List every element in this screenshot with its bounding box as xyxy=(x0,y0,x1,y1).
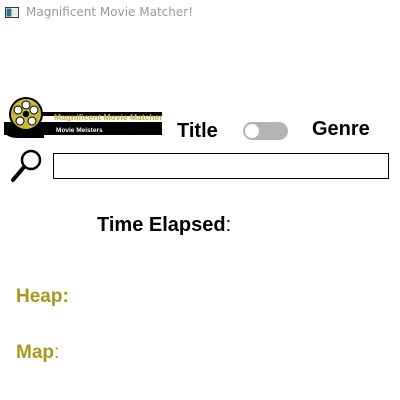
map-text: Map xyxy=(16,342,54,363)
search-icon[interactable] xyxy=(10,148,44,184)
search-input[interactable] xyxy=(53,153,389,179)
time-elapsed-label: Time Elapsed: xyxy=(97,214,231,237)
time-elapsed-colon: : xyxy=(225,214,232,236)
window-app-icon xyxy=(5,7,19,18)
app-logo: Magnificent Movie Matcher Movie Meisters xyxy=(4,97,163,138)
time-elapsed-text: Time Elapsed xyxy=(97,214,226,236)
toggle-knob xyxy=(245,124,259,138)
title-mode-label: Title xyxy=(177,120,218,142)
logo-subtitle-text: Movie Meisters xyxy=(56,127,103,134)
heap-label: Heap: xyxy=(16,286,69,308)
genre-mode-label: Genre xyxy=(312,118,370,140)
map-colon: : xyxy=(54,342,60,363)
heap-colon: : xyxy=(62,286,69,307)
search-mode-toggle[interactable] xyxy=(243,122,288,140)
heap-text: Heap xyxy=(16,286,63,307)
title-bar: Magnificent Movie Matcher! xyxy=(0,0,400,26)
logo-title-text: Magnificent Movie Matcher xyxy=(54,112,163,122)
window-title: Magnificent Movie Matcher! xyxy=(26,5,193,19)
app-window: Magnificent Movie Matcher! Magnificent M… xyxy=(0,0,400,400)
map-label: Map: xyxy=(16,342,59,364)
